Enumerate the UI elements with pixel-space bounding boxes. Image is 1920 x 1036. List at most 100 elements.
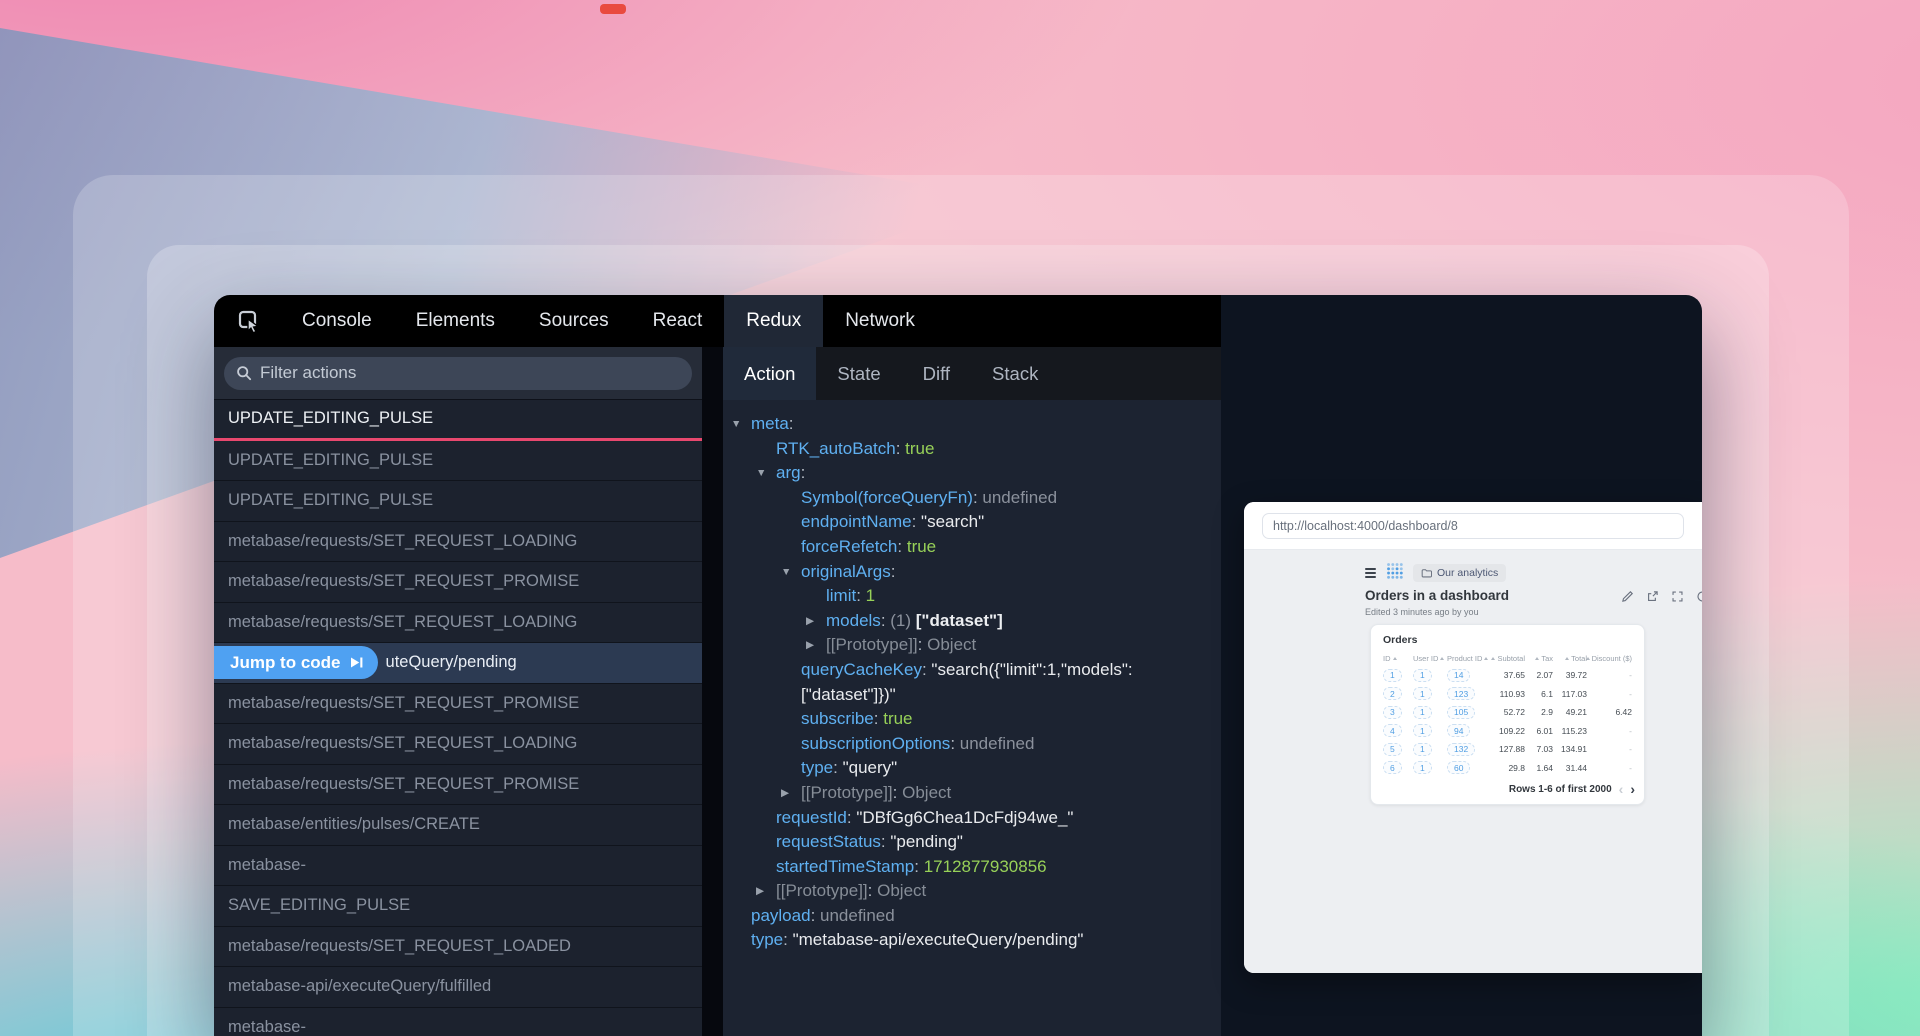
triangle-down-icon[interactable]: ▼ bbox=[756, 461, 776, 486]
share-icon[interactable] bbox=[1646, 590, 1659, 603]
tree-token: undefined bbox=[820, 906, 895, 925]
subtab-diff[interactable]: Diff bbox=[902, 347, 971, 400]
action-list-item[interactable]: UPDATE_EDITING_PULSE bbox=[214, 400, 702, 441]
refresh-icon[interactable] bbox=[1696, 590, 1702, 603]
table-cell: 14 bbox=[1447, 669, 1487, 682]
orders-table-body: 111437.652.0739.72-21123110.936.1117.03-… bbox=[1371, 666, 1644, 777]
table-cell: 49.21 bbox=[1553, 707, 1587, 717]
jump-to-code-button[interactable]: Jump to code bbox=[214, 646, 378, 679]
inspect-element-icon[interactable] bbox=[236, 308, 262, 334]
tree-token: [[Prototype]] bbox=[776, 881, 868, 900]
column-label: Discount ($) bbox=[1592, 654, 1632, 663]
tree-line: RTK_autoBatch: true bbox=[723, 437, 1211, 462]
table-row[interactable]: 51132127.887.03134.91- bbox=[1371, 740, 1644, 759]
table-cell: 109.22 bbox=[1487, 726, 1525, 736]
action-list-item[interactable]: metabase/requests/SET_REQUEST_PROMISE bbox=[214, 765, 702, 806]
tree-token: : bbox=[896, 439, 905, 458]
column-header-subtotal[interactable]: Subtotal bbox=[1487, 654, 1525, 663]
action-label: metabase/requests/SET_REQUEST_PROMISE bbox=[228, 775, 579, 794]
triangle-right-icon[interactable]: ▶ bbox=[806, 609, 826, 634]
url-bar[interactable]: http://localhost:4000/dashboard/8 bbox=[1262, 513, 1684, 539]
column-header-discount-[interactable]: Discount ($) bbox=[1587, 654, 1632, 663]
action-list-item[interactable]: metabase/requests/SET_REQUEST_PROMISE bbox=[214, 562, 702, 603]
table-row[interactable]: 3110552.722.949.216.42 bbox=[1371, 703, 1644, 722]
metabase-logo[interactable] bbox=[1386, 562, 1403, 584]
tree-line: Symbol(forceQueryFn): undefined bbox=[723, 486, 1211, 511]
action-list-item[interactable]: Jump to code uteQuery/pending bbox=[214, 643, 702, 684]
triangle-right-icon[interactable]: ▶ bbox=[756, 879, 776, 904]
triangle-down-icon[interactable]: ▼ bbox=[781, 560, 801, 585]
tab-network[interactable]: Network bbox=[823, 295, 937, 347]
fullscreen-icon[interactable] bbox=[1671, 590, 1684, 603]
triangle-right-icon[interactable]: ▶ bbox=[781, 781, 801, 806]
sort-caret-icon bbox=[1491, 657, 1495, 660]
action-list-item[interactable]: metabase/entities/pulses/CREATE bbox=[214, 805, 702, 846]
tree-token: undefined bbox=[960, 734, 1035, 753]
action-label: uteQuery/pending bbox=[386, 653, 517, 672]
hamburger-icon[interactable] bbox=[1365, 568, 1376, 578]
column-header-id[interactable]: ID bbox=[1383, 654, 1413, 663]
dashboard-actions bbox=[1621, 590, 1702, 603]
edit-icon[interactable] bbox=[1621, 590, 1634, 603]
tree-token: : bbox=[973, 488, 982, 507]
table-cell: - bbox=[1587, 670, 1632, 680]
orders-table-header: IDUser IDProduct IDSubtotalTaxTotal Disco… bbox=[1371, 651, 1644, 666]
action-list-item[interactable]: metabase/requests/SET_REQUEST_LOADING bbox=[214, 522, 702, 563]
tree-token: : bbox=[789, 414, 794, 433]
action-list-item[interactable]: UPDATE_EDITING_PULSE bbox=[214, 481, 702, 522]
table-cell: 1 bbox=[1413, 687, 1447, 700]
tree-line: subscriptionOptions: undefined bbox=[723, 732, 1211, 757]
action-list-item[interactable]: metabase-api/executeQuery/fulfilled bbox=[214, 967, 702, 1008]
table-cell: 132 bbox=[1447, 743, 1487, 756]
tree-token: forceRefetch bbox=[801, 537, 897, 556]
id-pill: 1 bbox=[1383, 669, 1402, 682]
action-label: metabase-api/executeQuery/fulfilled bbox=[228, 977, 491, 996]
tab-redux[interactable]: Redux bbox=[724, 295, 823, 347]
action-list-item[interactable]: metabase- bbox=[214, 1008, 702, 1036]
prev-page-icon[interactable]: ‹ bbox=[1619, 781, 1624, 797]
tree-token: : bbox=[912, 512, 921, 531]
action-list-item[interactable]: SAVE_EDITING_PULSE bbox=[214, 886, 702, 927]
table-row[interactable]: 111437.652.0739.72- bbox=[1371, 666, 1644, 685]
tab-elements[interactable]: Elements bbox=[394, 295, 517, 347]
tree-token: true bbox=[907, 537, 936, 556]
table-row[interactable]: 616029.81.6431.44- bbox=[1371, 759, 1644, 778]
subtab-stack[interactable]: Stack bbox=[971, 347, 1059, 400]
triangle-down-icon[interactable]: ▼ bbox=[731, 412, 751, 437]
table-row[interactable]: 21123110.936.1117.03- bbox=[1371, 685, 1644, 704]
tree-token: limit bbox=[826, 586, 856, 605]
subtab-state[interactable]: State bbox=[816, 347, 901, 400]
triangle-right-icon[interactable]: ▶ bbox=[806, 633, 826, 658]
panel-resize-divider[interactable] bbox=[702, 347, 723, 1036]
column-header-tax[interactable]: Tax bbox=[1525, 654, 1553, 663]
column-header-user-id[interactable]: User ID bbox=[1413, 654, 1447, 663]
action-list-item[interactable]: metabase/requests/SET_REQUEST_LOADED bbox=[214, 927, 702, 968]
tree-token: : bbox=[868, 881, 877, 900]
column-header-product-id[interactable]: Product ID bbox=[1447, 654, 1487, 663]
tab-react[interactable]: React bbox=[631, 295, 725, 347]
table-cell: - bbox=[1587, 689, 1632, 699]
tree-token: payload bbox=[751, 906, 811, 925]
rows-count: Rows 1-6 of first 2000 bbox=[1509, 784, 1612, 795]
action-list-item[interactable]: metabase/requests/SET_REQUEST_PROMISE bbox=[214, 684, 702, 725]
filter-actions-searchbox[interactable] bbox=[224, 357, 692, 390]
tree-token: (1) bbox=[890, 611, 916, 630]
tab-sources[interactable]: Sources bbox=[517, 295, 631, 347]
table-row[interactable]: 4194109.226.01115.23- bbox=[1371, 722, 1644, 741]
tree-token: subscriptionOptions bbox=[801, 734, 950, 753]
filter-actions-input[interactable] bbox=[260, 363, 680, 383]
tab-console[interactable]: Console bbox=[280, 295, 394, 347]
action-list-item[interactable]: metabase/requests/SET_REQUEST_LOADING bbox=[214, 603, 702, 644]
next-page-icon[interactable]: › bbox=[1630, 781, 1635, 797]
breadcrumb[interactable]: Our analytics bbox=[1413, 564, 1506, 582]
table-cell: - bbox=[1587, 744, 1632, 754]
action-list-item[interactable]: metabase- bbox=[214, 846, 702, 887]
tree-token: "query" bbox=[843, 758, 898, 777]
column-header-total[interactable]: Total bbox=[1553, 654, 1587, 663]
action-list-item[interactable]: metabase/requests/SET_REQUEST_LOADING bbox=[214, 724, 702, 765]
action-list-item[interactable]: UPDATE_EDITING_PULSE bbox=[214, 441, 702, 482]
subtab-action[interactable]: Action bbox=[723, 347, 816, 400]
tree-token: : bbox=[833, 758, 842, 777]
tree-token: : bbox=[897, 537, 906, 556]
tree-line: ▶models: (1) ["dataset"] bbox=[723, 609, 1211, 634]
